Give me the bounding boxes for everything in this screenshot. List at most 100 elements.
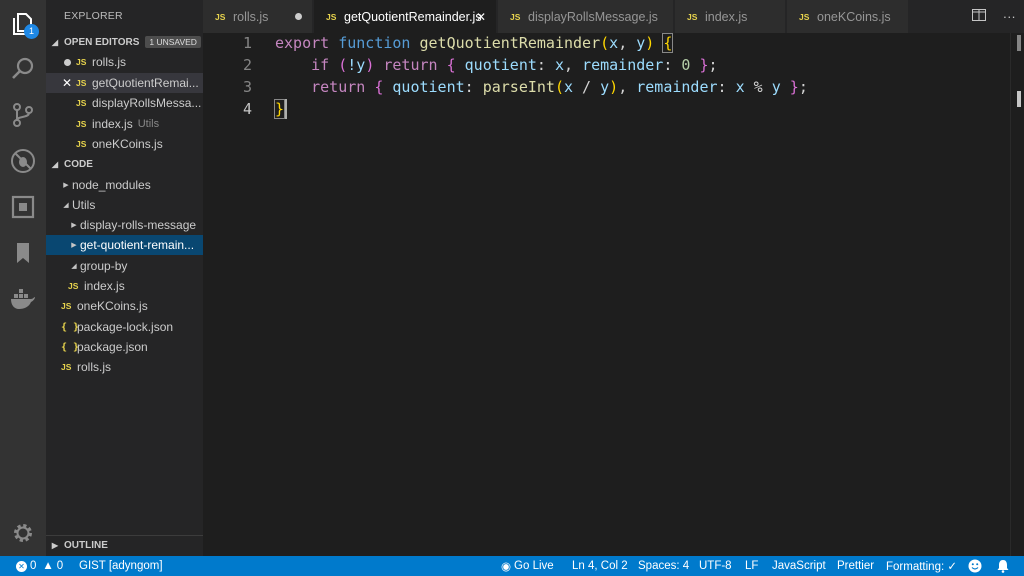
js-file-icon: JS bbox=[687, 11, 698, 22]
line-number: 4 bbox=[242, 100, 252, 118]
tab-onekcoins-js[interactable]: JS oneKCoins.js bbox=[787, 0, 909, 33]
tree-item-get-quotient-remainder[interactable]: ▶ get-quotient-remain... bbox=[46, 235, 203, 255]
tree-item-label: package.json bbox=[77, 340, 148, 354]
bookmark-icon[interactable] bbox=[8, 238, 38, 268]
tab-label: getQuotientRemainder.js bbox=[344, 9, 482, 24]
close-icon[interactable]: ✕ bbox=[58, 76, 76, 90]
js-file-icon: JS bbox=[215, 11, 226, 22]
tree-item-display-rolls-message[interactable]: ▶ display-rolls-message bbox=[46, 215, 203, 235]
code-token: ) bbox=[609, 78, 619, 96]
tree-item-index-js[interactable]: JS index.js bbox=[46, 276, 203, 296]
code-token: quotient bbox=[392, 78, 465, 96]
encoding[interactable]: UTF-8 bbox=[699, 556, 732, 576]
tab-index-js[interactable]: JS index.js bbox=[675, 0, 786, 33]
js-file-icon: JS bbox=[799, 11, 810, 22]
search-icon[interactable] bbox=[8, 54, 38, 84]
tree-item-label: oneKCoins.js bbox=[77, 299, 148, 313]
code-token: : bbox=[717, 78, 736, 96]
code-token: ) bbox=[645, 34, 655, 52]
more-actions-icon[interactable]: ··· bbox=[1003, 9, 1016, 24]
overview-ruler[interactable] bbox=[1010, 33, 1024, 556]
open-editor-label: oneKCoins.js bbox=[92, 137, 163, 151]
tab-get-quotient-remainder[interactable]: JS getQuotientRemainder.js ✕ bbox=[314, 0, 497, 33]
close-icon[interactable]: ✕ bbox=[476, 10, 486, 24]
tree-item-label: get-quotient-remain... bbox=[80, 238, 195, 252]
docker-icon[interactable] bbox=[8, 284, 38, 314]
tree-item-node-modules[interactable]: ▶ node_modules bbox=[46, 175, 203, 195]
code-token: parseInt bbox=[482, 78, 555, 96]
tree-item-utils[interactable]: ◢ Utils bbox=[46, 195, 203, 215]
tab-rolls-js[interactable]: JS rolls.js bbox=[203, 0, 313, 33]
json-file-icon: { } bbox=[61, 341, 80, 353]
code-token: { bbox=[446, 56, 456, 74]
code-token: y bbox=[771, 78, 781, 96]
code-line[interactable]: export function getQuotientRemainder(x, … bbox=[275, 33, 674, 53]
tree-item-label: group-by bbox=[80, 259, 128, 273]
problems-indicator[interactable]: ✕ 0 ▲ 0 bbox=[16, 556, 63, 576]
code-token: ( bbox=[554, 78, 564, 96]
code-line[interactable]: if (!y) return { quotient: x, remainder:… bbox=[275, 55, 717, 75]
code-token: } bbox=[699, 56, 709, 74]
tree-item-package-lock[interactable]: { } package-lock.json bbox=[46, 317, 203, 337]
code-token: ) bbox=[365, 56, 375, 74]
chevron-down-icon: ◢ bbox=[63, 202, 69, 209]
code-line[interactable]: } bbox=[273, 99, 286, 119]
code-token: : bbox=[663, 56, 682, 74]
debug-icon[interactable] bbox=[8, 146, 38, 176]
tab-label: displayRollsMessage.js bbox=[528, 9, 658, 24]
tab-label: rolls.js bbox=[233, 9, 269, 24]
tree-item-label: display-rolls-message bbox=[80, 218, 197, 232]
tab-display-rolls-message[interactable]: JS displayRollsMessage.js bbox=[498, 0, 674, 33]
code-line[interactable]: return { quotient: parseInt(x / y), rema… bbox=[275, 77, 808, 97]
prettier-status[interactable]: Prettier bbox=[837, 556, 874, 576]
open-editors-label: OPEN EDITORS bbox=[64, 36, 140, 48]
gist-status[interactable]: GIST [adyngom] bbox=[79, 556, 163, 576]
cursor-position-marker bbox=[1017, 91, 1021, 107]
js-file-icon: JS bbox=[61, 362, 72, 372]
notifications-bell-icon[interactable] bbox=[997, 556, 1009, 576]
error-count: 0 bbox=[30, 560, 37, 572]
open-editor-item[interactable]: JS displayRollsMessa... bbox=[46, 93, 203, 113]
tree-item-label: rolls.js bbox=[77, 360, 112, 374]
code-token: , bbox=[618, 34, 637, 52]
status-bar: ✕ 0 ▲ 0 GIST [adyngom] ◉ Go Live Ln 4, C… bbox=[0, 556, 1024, 576]
tree-item-onekcoins[interactable]: JS oneKCoins.js bbox=[46, 296, 203, 316]
code-editor[interactable]: 1 2 3 4 export function getQuotientRemai… bbox=[203, 33, 1024, 556]
tree-item-package-json[interactable]: { } package.json bbox=[46, 337, 203, 357]
source-control-icon[interactable] bbox=[8, 100, 38, 130]
unsaved-dot-icon[interactable] bbox=[295, 13, 302, 20]
open-editor-item[interactable]: ✕ JS getQuotientRemai... bbox=[46, 73, 203, 93]
split-editor-icon[interactable] bbox=[972, 9, 987, 24]
open-editor-item[interactable]: JS oneKCoins.js bbox=[46, 134, 203, 154]
indentation[interactable]: Spaces: 4 bbox=[638, 556, 689, 576]
code-token: , bbox=[618, 78, 637, 96]
tree-item-label: Utils bbox=[72, 198, 96, 212]
cursor-position[interactable]: Ln 4, Col 2 bbox=[572, 556, 628, 576]
open-editor-label: displayRollsMessa... bbox=[92, 96, 202, 110]
tree-item-group-by[interactable]: ◢ group-by bbox=[46, 256, 203, 276]
tree-item-rolls[interactable]: JS rolls.js bbox=[46, 357, 203, 377]
open-editor-item[interactable]: JS rolls.js bbox=[46, 52, 203, 72]
code-token: % bbox=[744, 78, 772, 96]
unsaved-dot-icon[interactable] bbox=[58, 55, 76, 69]
feedback-smiley-icon[interactable] bbox=[968, 556, 982, 576]
outline-header[interactable]: ▶ OUTLINE bbox=[46, 535, 203, 555]
code-token: remainder bbox=[636, 78, 718, 96]
line-number: 3 bbox=[242, 78, 252, 96]
formatting-status[interactable]: Formatting: ✓ bbox=[886, 556, 957, 576]
go-live-button[interactable]: ◉ Go Live bbox=[501, 556, 554, 576]
folder-label: CODE bbox=[64, 158, 93, 170]
open-editors-header[interactable]: ◢ OPEN EDITORS 1 UNSAVED bbox=[46, 32, 203, 52]
code-token: { bbox=[662, 33, 674, 53]
gear-icon[interactable] bbox=[8, 518, 38, 548]
open-editor-item[interactable]: JS index.js Utils bbox=[46, 114, 203, 134]
js-file-icon: JS bbox=[76, 139, 87, 149]
code-folder-header[interactable]: ◢ CODE bbox=[46, 154, 203, 174]
chevron-down-icon: ◢ bbox=[51, 159, 59, 169]
end-of-line[interactable]: LF bbox=[745, 556, 758, 576]
extensions-icon[interactable] bbox=[8, 192, 38, 222]
scroll-thumb[interactable] bbox=[1017, 35, 1021, 51]
language-mode[interactable]: JavaScript bbox=[772, 556, 826, 576]
